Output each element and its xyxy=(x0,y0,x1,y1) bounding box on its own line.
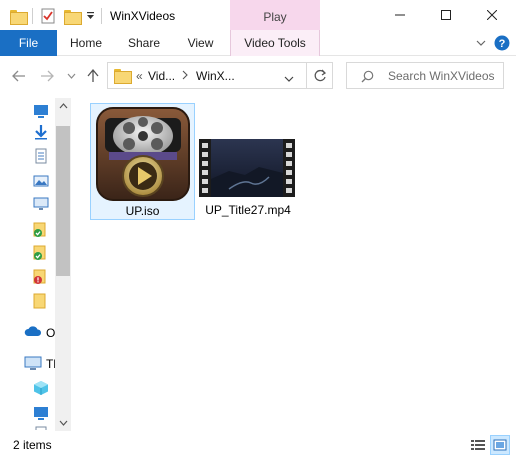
address-dropdown-chevron-icon[interactable] xyxy=(284,72,294,86)
scroll-up-icon[interactable] xyxy=(55,98,71,114)
minimize-button[interactable] xyxy=(377,0,423,30)
file-name[interactable]: UP_Title27.mp4 xyxy=(199,203,297,217)
back-button[interactable] xyxy=(10,66,28,86)
divider xyxy=(32,8,33,24)
search-input[interactable]: Search WinXVideos xyxy=(388,69,495,83)
nav-scrollbar[interactable] xyxy=(55,98,71,431)
customize-quick-access-chevron-icon[interactable] xyxy=(86,6,95,26)
breadcrumb-segment[interactable]: WinX... xyxy=(196,69,235,83)
search-icon xyxy=(361,70,374,86)
svg-text:?: ? xyxy=(499,38,506,50)
file-item[interactable]: UP.iso xyxy=(90,103,195,220)
monitor-icon[interactable] xyxy=(33,196,49,212)
tab-view[interactable]: View xyxy=(173,30,228,56)
synced-folder-icon[interactable] xyxy=(33,222,49,238)
maximize-button[interactable] xyxy=(423,0,469,30)
large-icons-view-icon[interactable] xyxy=(490,435,510,455)
folder-icon xyxy=(114,69,132,84)
title-bar: WinXVideos Play xyxy=(0,0,516,30)
media-player-icon xyxy=(95,106,191,202)
breadcrumb-separator-icon[interactable] xyxy=(182,69,188,83)
file-name[interactable]: UP.iso xyxy=(91,204,194,218)
contextual-tab-group-play: Play xyxy=(230,0,320,30)
close-button[interactable] xyxy=(469,0,515,30)
tab-share[interactable]: Share xyxy=(115,30,173,56)
divider xyxy=(101,8,102,24)
this-pc-icon[interactable] xyxy=(24,356,42,372)
forward-button[interactable] xyxy=(38,66,56,86)
error-folder-icon[interactable] xyxy=(33,269,49,285)
onedrive-icon[interactable] xyxy=(24,325,42,341)
scrollbar-thumb[interactable] xyxy=(56,126,70,276)
status-bar: 2 items xyxy=(0,432,516,457)
3d-objects-icon[interactable] xyxy=(33,380,49,396)
tab-file[interactable]: File xyxy=(0,30,57,56)
search-box[interactable]: Search WinXVideos xyxy=(346,62,504,89)
pictures-icon[interactable] xyxy=(33,173,49,189)
desktop-icon[interactable] xyxy=(33,405,49,421)
tab-video-tools[interactable]: Video Tools xyxy=(230,30,320,56)
recent-locations-chevron-icon[interactable] xyxy=(64,66,78,86)
address-bar[interactable]: « Vid... WinX... xyxy=(107,62,333,89)
refresh-button[interactable] xyxy=(306,62,333,89)
expand-ribbon-chevron-icon[interactable] xyxy=(474,36,488,50)
documents-icon[interactable] xyxy=(33,148,49,164)
ribbon-tabs: File Home Share View Video Tools ? xyxy=(0,30,516,56)
tab-home[interactable]: Home xyxy=(57,30,115,56)
breadcrumb-segment[interactable]: Vid... xyxy=(148,69,175,83)
details-view-icon[interactable] xyxy=(470,437,486,453)
item-count: 2 items xyxy=(13,438,52,452)
up-button[interactable] xyxy=(84,66,102,86)
new-folder-icon[interactable] xyxy=(64,6,82,26)
breadcrumb-overflow[interactable]: « xyxy=(136,69,143,83)
documents-icon[interactable] xyxy=(33,426,49,430)
desktop-icon[interactable] xyxy=(33,103,49,119)
downloads-icon[interactable] xyxy=(33,124,49,140)
video-thumbnail-icon xyxy=(199,139,295,197)
help-icon[interactable]: ? xyxy=(494,35,510,51)
file-item[interactable]: UP_Title27.mp4 xyxy=(199,103,297,220)
properties-icon[interactable] xyxy=(41,6,55,26)
window-title: WinXVideos xyxy=(110,9,176,23)
nav-onedrive-label[interactable]: O xyxy=(46,326,55,340)
folder-icon xyxy=(10,6,28,26)
scroll-down-icon[interactable] xyxy=(55,415,71,431)
synced-folder-icon[interactable] xyxy=(33,245,49,261)
folder-icon[interactable] xyxy=(33,293,49,309)
